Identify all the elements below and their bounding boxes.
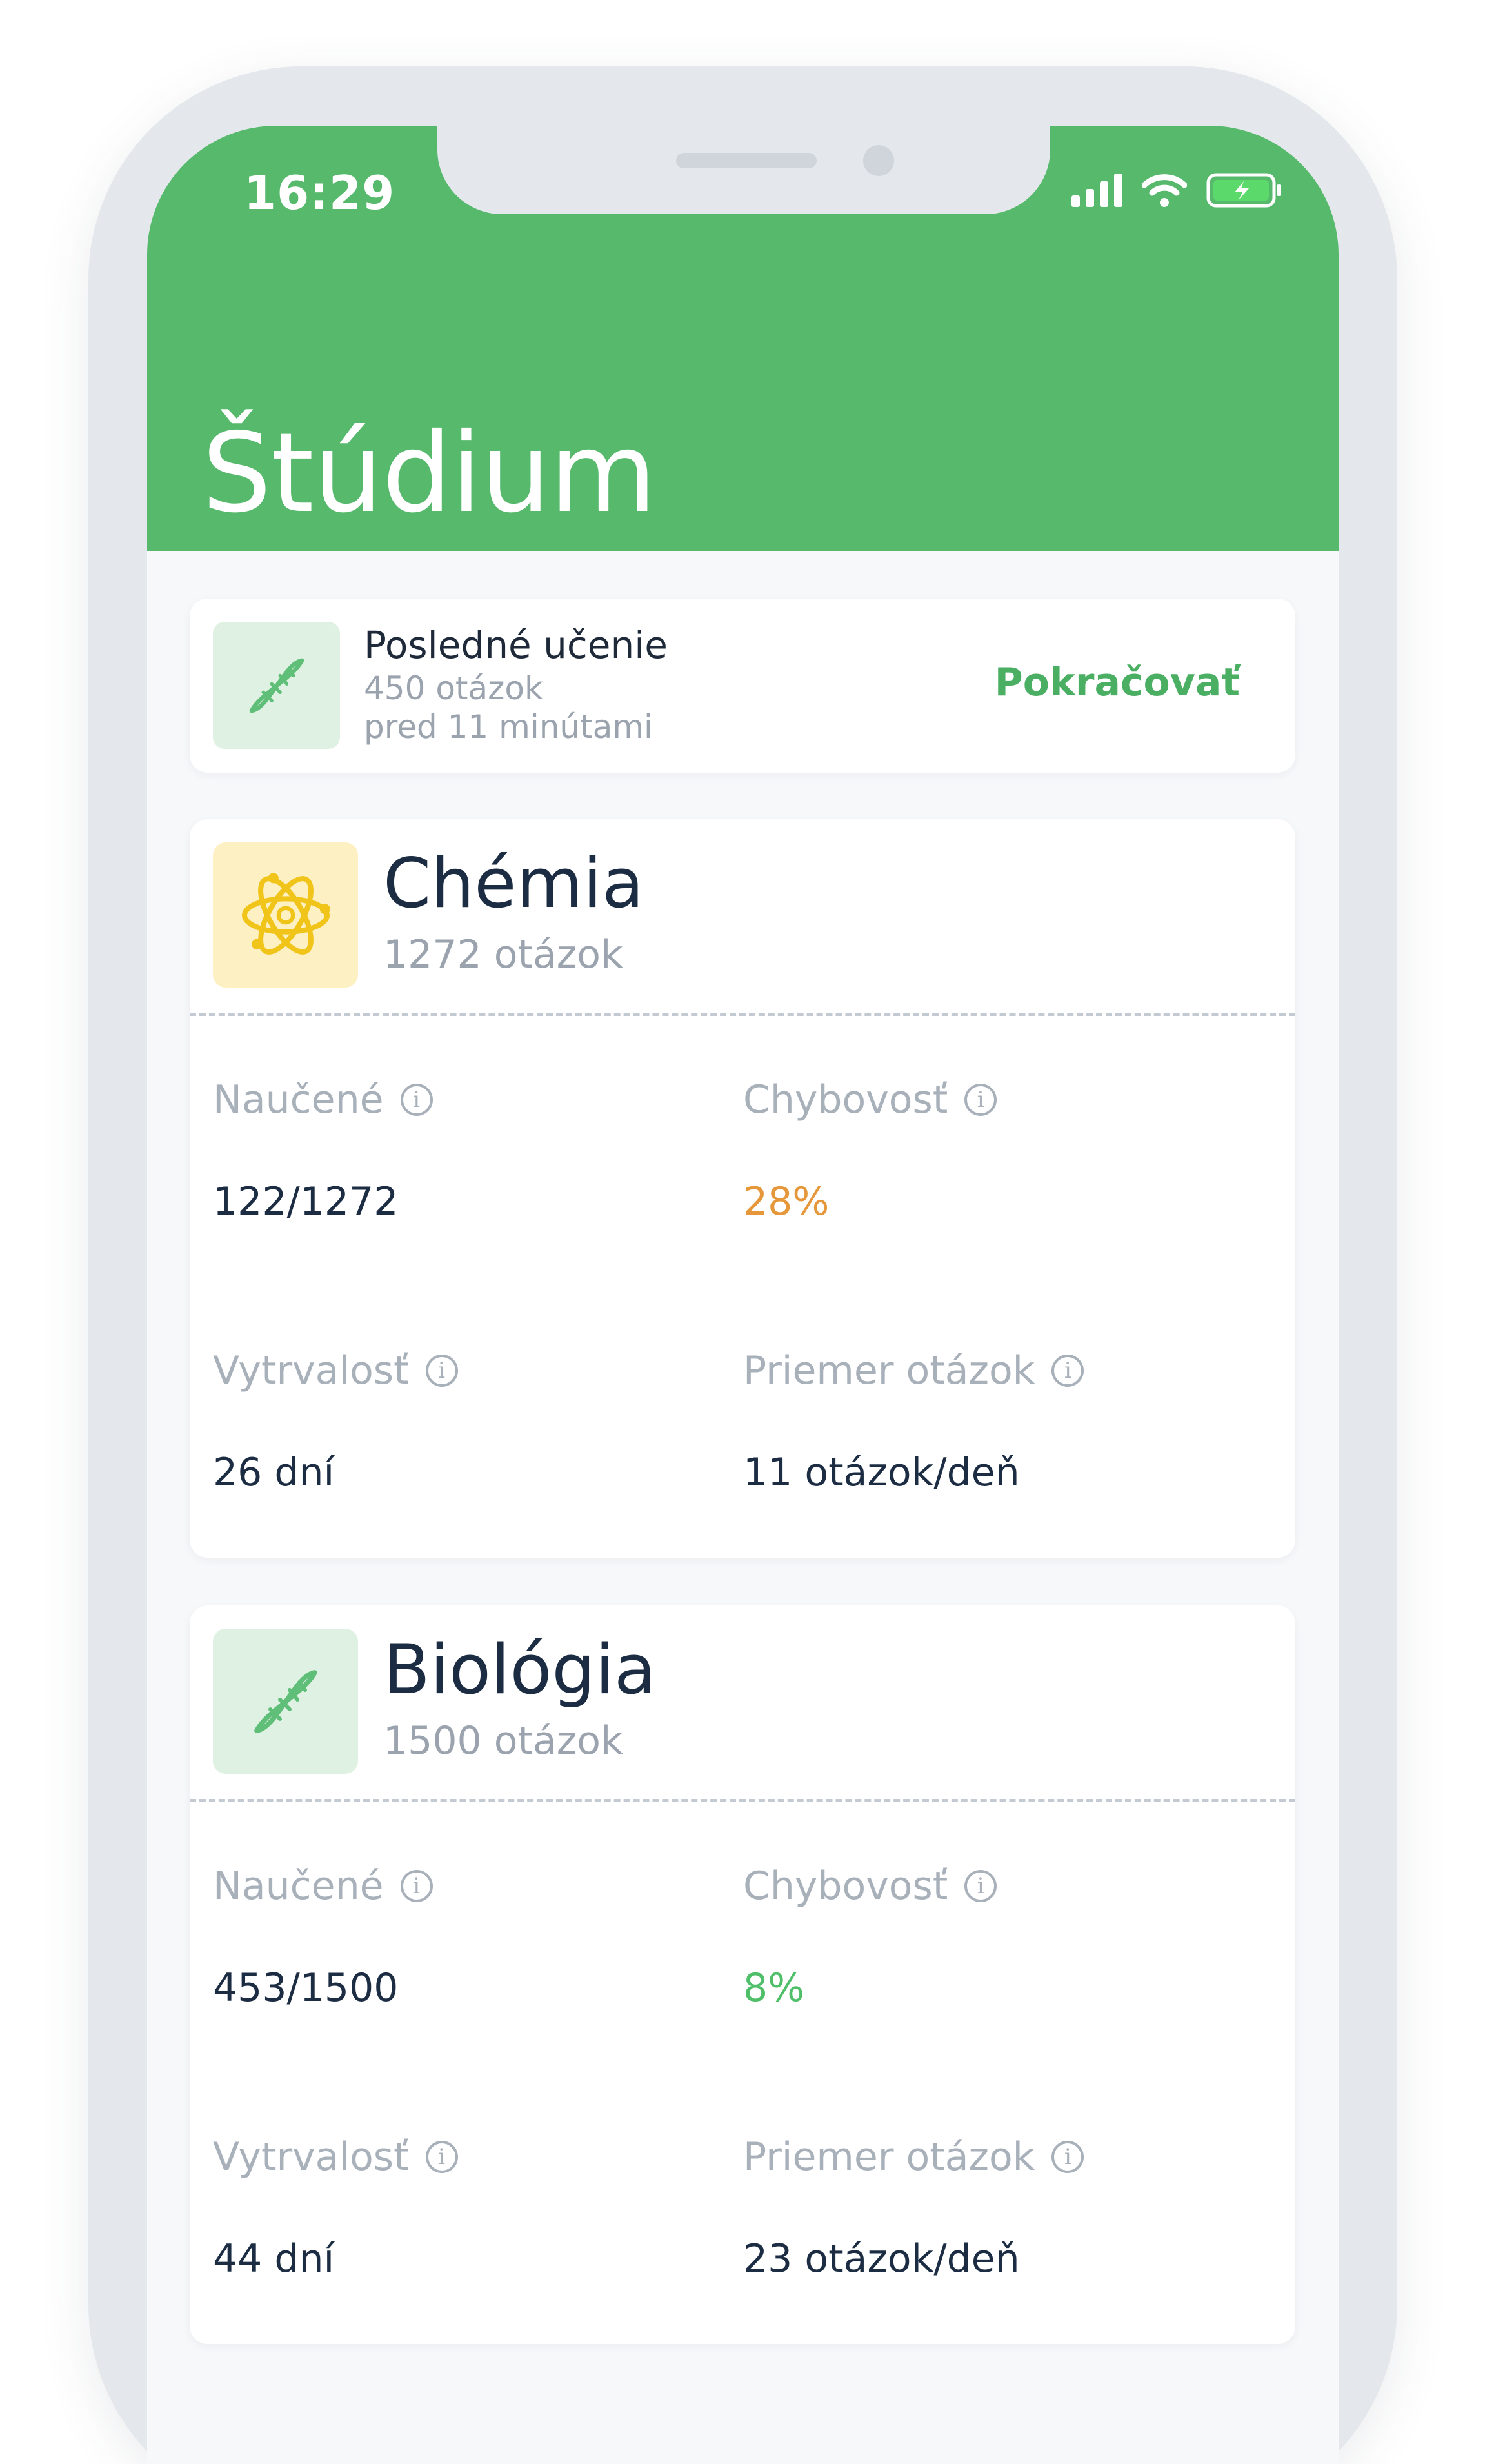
error-rate-value: 28%: [743, 1179, 830, 1224]
learned-value: 122/1272: [213, 1179, 399, 1224]
error-rate-value: 8%: [743, 1965, 805, 2011]
info-icon[interactable]: i: [964, 1870, 997, 1902]
subject-question-count: 1272 otázok: [383, 932, 623, 977]
app-header: 16:29 Štúdium: [147, 126, 1339, 551]
info-icon[interactable]: i: [400, 1084, 433, 1116]
average-label-text: Priemer otázok: [743, 2134, 1035, 2180]
streak-label-text: Vytrvalosť: [213, 2134, 409, 2180]
wifi-icon: [1142, 172, 1187, 208]
device-notch: [437, 126, 1050, 214]
info-icon[interactable]: i: [400, 1870, 433, 1902]
streak-label-text: Vytrvalosť: [213, 1348, 409, 1393]
learned-label-text: Naučené: [213, 1863, 384, 1909]
status-time: 16:29: [244, 166, 395, 220]
front-camera: [863, 145, 894, 176]
learned-label-text: Naučené: [213, 1077, 384, 1122]
info-icon[interactable]: i: [1051, 2141, 1084, 2173]
info-icon[interactable]: i: [425, 2141, 458, 2173]
average-label: Priemer otázok i: [743, 1348, 1084, 1393]
error-rate-label-text: Chybovosť: [743, 1863, 948, 1909]
subject-name: Chémia: [383, 844, 644, 923]
learned-label: Naučené i: [213, 1863, 433, 1909]
dna-icon: [249, 658, 304, 713]
subject-name: Biológia: [383, 1630, 657, 1709]
error-rate-label: Chybovosť i: [743, 1863, 997, 1909]
learned-value: 453/1500: [213, 1965, 399, 2011]
dashed-divider: [190, 1799, 1295, 1802]
biology-thumb: [213, 1629, 358, 1774]
average-label-text: Priemer otázok: [743, 1348, 1035, 1393]
error-rate-label: Chybovosť i: [743, 1077, 997, 1122]
phone-screen: 16:29 Štúdium Posledné učenie 450 otázok…: [147, 126, 1339, 2464]
subject-question-count: 1500 otázok: [383, 1718, 623, 1764]
recent-learning-card[interactable]: Posledné učenie 450 otázok pred 11 minút…: [190, 599, 1295, 773]
streak-value: 26 dní: [213, 1450, 335, 1495]
atom-icon: [241, 872, 330, 955]
streak-label: Vytrvalosť i: [213, 1348, 458, 1393]
recent-title: Posledné učenie: [364, 623, 668, 667]
streak-value: 44 dní: [213, 2236, 335, 2281]
page-title: Štúdium: [202, 410, 657, 537]
info-icon[interactable]: i: [425, 1355, 458, 1387]
status-icons: [1071, 172, 1284, 208]
info-icon[interactable]: i: [964, 1084, 997, 1116]
battery-icon: [1206, 173, 1284, 208]
dna-icon: [254, 1669, 317, 1733]
learned-label: Naučené i: [213, 1077, 433, 1122]
subject-card-chemistry[interactable]: Chémia 1272 otázok Naučené i 122/1272 Ch…: [190, 819, 1295, 1558]
average-value: 23 otázok/deň: [743, 2236, 1020, 2281]
dashed-divider: [190, 1013, 1295, 1016]
recent-thumb: [213, 622, 340, 749]
signal-icon: [1071, 174, 1122, 207]
speaker-grille: [676, 153, 817, 168]
chemistry-thumb: [213, 842, 358, 988]
recent-question-count: 450 otázok: [364, 670, 543, 707]
continue-button[interactable]: Pokračovať: [995, 660, 1240, 705]
error-rate-label-text: Chybovosť: [743, 1077, 948, 1122]
recent-time-ago: pred 11 minútami: [364, 708, 653, 746]
average-label: Priemer otázok i: [743, 2134, 1084, 2180]
info-icon[interactable]: i: [1051, 1355, 1084, 1387]
subject-card-biology[interactable]: Biológia 1500 otázok Naučené i 453/1500 …: [190, 1605, 1295, 2344]
average-value: 11 otázok/deň: [743, 1450, 1020, 1495]
streak-label: Vytrvalosť i: [213, 2134, 458, 2180]
